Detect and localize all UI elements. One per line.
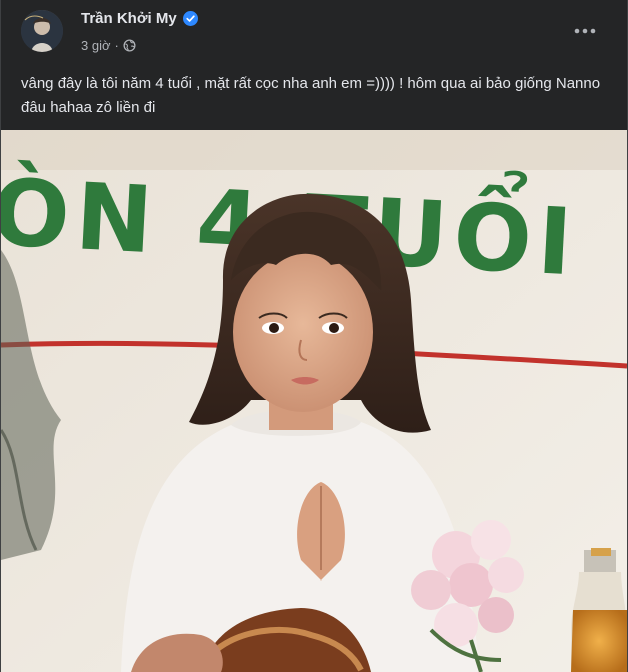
author-row: Trần Khởi My: [81, 10, 198, 27]
post-card: Trần Khởi My 3 giờ · vâng đây là tôi năm…: [0, 0, 628, 672]
post-photo[interactable]: ÒN 4 TUỔI: [1, 130, 627, 672]
photo-image: ÒN 4 TUỔI: [1, 130, 627, 672]
globe-icon[interactable]: [123, 39, 136, 52]
verified-badge-icon: [182, 11, 198, 26]
more-options-icon: [574, 28, 596, 34]
post-text: vâng đây là tôi năm 4 tuổi , mặt rất cọc…: [21, 75, 605, 116]
post-time[interactable]: 3 giờ: [81, 38, 111, 53]
post-meta: 3 giờ ·: [81, 38, 136, 53]
more-options-button[interactable]: [567, 16, 603, 46]
post-header: Trần Khởi My 3 giờ ·: [1, 0, 627, 60]
meta-separator: ·: [114, 38, 119, 53]
author-name[interactable]: Trần Khởi My: [81, 10, 177, 27]
author-avatar[interactable]: [21, 10, 63, 52]
profile-avatar-icon: [21, 10, 63, 52]
